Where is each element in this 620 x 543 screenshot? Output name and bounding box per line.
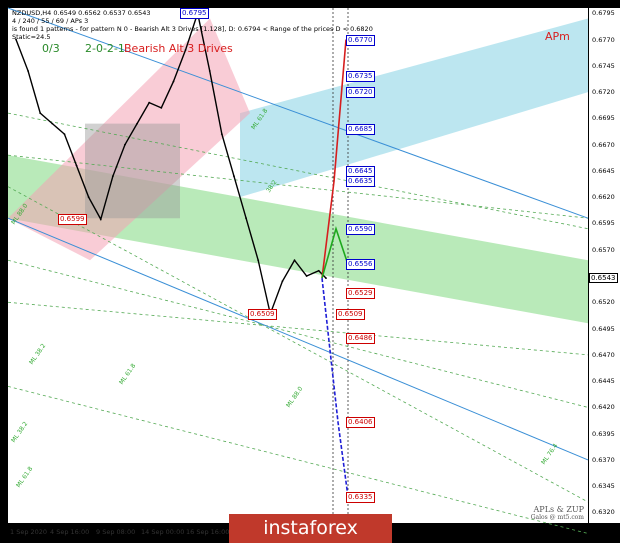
ratio-left-label: 0/3 <box>42 42 60 55</box>
price-point <box>99 218 102 221</box>
x-tick-label: 1 Sep 2020 <box>10 528 48 536</box>
price-point <box>148 101 151 104</box>
chart-drawing-layer <box>7 7 589 534</box>
static-line: Static=24.5 <box>12 33 51 41</box>
x-tick-label: 9 Sep 08:00 <box>96 528 136 536</box>
level-label: 0.6599 <box>58 214 87 226</box>
current-price-marker: 0.6543 <box>589 273 618 284</box>
price-tick-label: 0.6420 <box>592 403 615 412</box>
level-label: 0.6770 <box>346 34 375 46</box>
watermark-banner: instaforex <box>229 514 392 543</box>
level-label: 0.6406 <box>346 417 375 429</box>
info-line: 4 / 240 / 55 / 69 / APs 3 <box>12 17 89 25</box>
level-label: 0.6509 <box>336 308 365 320</box>
price-point <box>317 269 320 272</box>
chart-window: { "header": { "symbol_line": "NZDUSD,H4 … <box>0 0 620 543</box>
price-point <box>281 280 284 283</box>
price-tick-label: 0.6695 <box>592 114 615 123</box>
level-label: 0.6795 <box>180 8 209 20</box>
price-point <box>27 70 30 72</box>
price-point <box>305 275 308 277</box>
price-point <box>172 80 175 83</box>
price-tick-label: 0.6670 <box>592 140 615 149</box>
price-point <box>208 70 211 72</box>
price-tick-label: 0.6595 <box>592 219 615 228</box>
level-label: 0.6635 <box>346 176 375 188</box>
price-point <box>124 143 126 146</box>
price-tick-label: 0.6645 <box>592 166 615 175</box>
level-label: 0.6735 <box>346 71 375 83</box>
x-tick-label: 4 Sep 16:00 <box>50 528 90 536</box>
price-point <box>160 106 163 109</box>
level-label: 0.6720 <box>346 87 375 99</box>
price-tick-label: 0.6720 <box>592 88 615 97</box>
price-point <box>220 133 223 136</box>
price-tick-label: 0.6345 <box>592 482 615 491</box>
x-tick-label: 14 Sep 00:00 <box>141 528 185 536</box>
price-tick-label: 0.6395 <box>592 429 615 438</box>
symbol-line: NZDUSD,H4 0.6549 0.6562 0.6537 0.6543 <box>12 9 151 17</box>
price-tick-label: 0.6445 <box>592 377 615 386</box>
pattern-line: is found 1 patterns - for pattern N 0 - … <box>12 25 373 33</box>
ratio-mid-label: 2-0-2-1 <box>85 42 125 55</box>
price-point <box>325 277 327 280</box>
price-point <box>63 133 66 136</box>
fan-line <box>7 301 589 356</box>
price-tick-label: 0.6770 <box>592 35 615 44</box>
fan-line <box>7 385 589 534</box>
level-label: 0.6590 <box>346 223 375 235</box>
credit-line-2: Galos @ mt5.com <box>530 514 584 521</box>
price-tick-label: 0.6745 <box>592 61 615 70</box>
pattern-name-label: Bearish Alt 3 Drives <box>124 42 233 55</box>
price-point <box>257 259 260 262</box>
level-label: 0.6645 <box>346 165 375 177</box>
credit-line-1: APLs & ZUP <box>533 505 584 514</box>
price-tick-label: 0.6570 <box>592 245 615 254</box>
price-point <box>245 217 247 220</box>
price-point <box>39 112 42 115</box>
level-label: 0.6685 <box>346 123 375 135</box>
level-label: 0.6509 <box>248 308 277 320</box>
price-point <box>111 175 114 178</box>
price-tick-label: 0.6370 <box>592 455 615 464</box>
level-label: 0.6335 <box>346 491 375 503</box>
price-point <box>51 122 54 125</box>
blue-channel <box>240 18 588 198</box>
price-point <box>293 259 296 262</box>
price-tick-label: 0.6470 <box>592 350 615 359</box>
price-tick-label: 0.6620 <box>592 193 615 202</box>
apm-label: APm <box>545 30 570 43</box>
level-label: 0.6486 <box>346 333 375 345</box>
price-tick-label: 0.6495 <box>592 324 615 333</box>
price-point <box>87 196 90 199</box>
price-point <box>75 164 78 167</box>
x-tick-label: 16 Sep 16:00 <box>186 528 230 536</box>
level-label: 0.6529 <box>346 287 375 299</box>
price-point <box>136 122 138 125</box>
price-tick-label: 0.6320 <box>592 508 615 517</box>
price-tick-label: 0.6520 <box>592 298 615 307</box>
price-tick-label: 0.6795 <box>592 9 615 18</box>
level-label: 0.6556 <box>346 259 375 271</box>
price-point <box>233 175 235 178</box>
